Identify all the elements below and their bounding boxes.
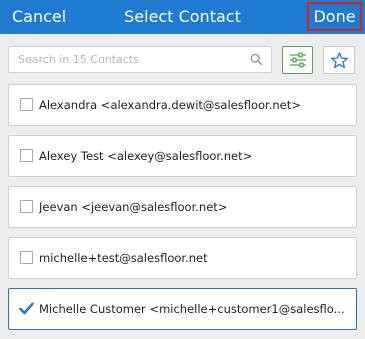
contact-label: Michelle Customer <michelle+customer1@sa… — [39, 302, 344, 316]
done-button[interactable]: Done — [307, 2, 362, 31]
contact-list: Alexandra <alexandra.dewit@salesfloor.ne… — [8, 84, 357, 339]
contact-label: Alexey Test <alexey@salesfloor.net> — [39, 149, 253, 163]
contact-label: Alexandra <alexandra.dewit@salesfloor.ne… — [39, 98, 301, 112]
star-icon — [331, 52, 348, 69]
checkbox[interactable] — [20, 200, 33, 213]
checkbox[interactable] — [20, 149, 33, 162]
checkbox[interactable] — [20, 251, 33, 264]
sliders-icon — [290, 52, 306, 68]
search-input[interactable] — [18, 47, 243, 72]
contact-label: Jeevan <jeevan@salesfloor.net> — [39, 200, 228, 214]
toolbar — [0, 34, 365, 74]
contact-label: michelle+test@salesfloor.net — [39, 251, 208, 265]
list-item-selected[interactable]: Michelle Customer <michelle+customer1@sa… — [8, 288, 357, 330]
search-icon[interactable] — [250, 53, 263, 66]
list-item[interactable]: Jeevan <jeevan@salesfloor.net> — [8, 186, 357, 228]
list-item[interactable]: Alexandra <alexandra.dewit@salesfloor.ne… — [8, 84, 357, 126]
filter-button[interactable] — [282, 46, 313, 74]
list-item[interactable]: Alexey Test <alexey@salesfloor.net> — [8, 135, 357, 177]
favorites-button[interactable] — [323, 46, 355, 74]
header-bar: Cancel Select Contact Done — [0, 0, 365, 34]
list-item[interactable]: michelle+test@salesfloor.net — [8, 237, 357, 279]
checkbox[interactable] — [20, 98, 33, 111]
search-box — [8, 46, 272, 73]
checkmark-icon[interactable] — [19, 302, 34, 315]
